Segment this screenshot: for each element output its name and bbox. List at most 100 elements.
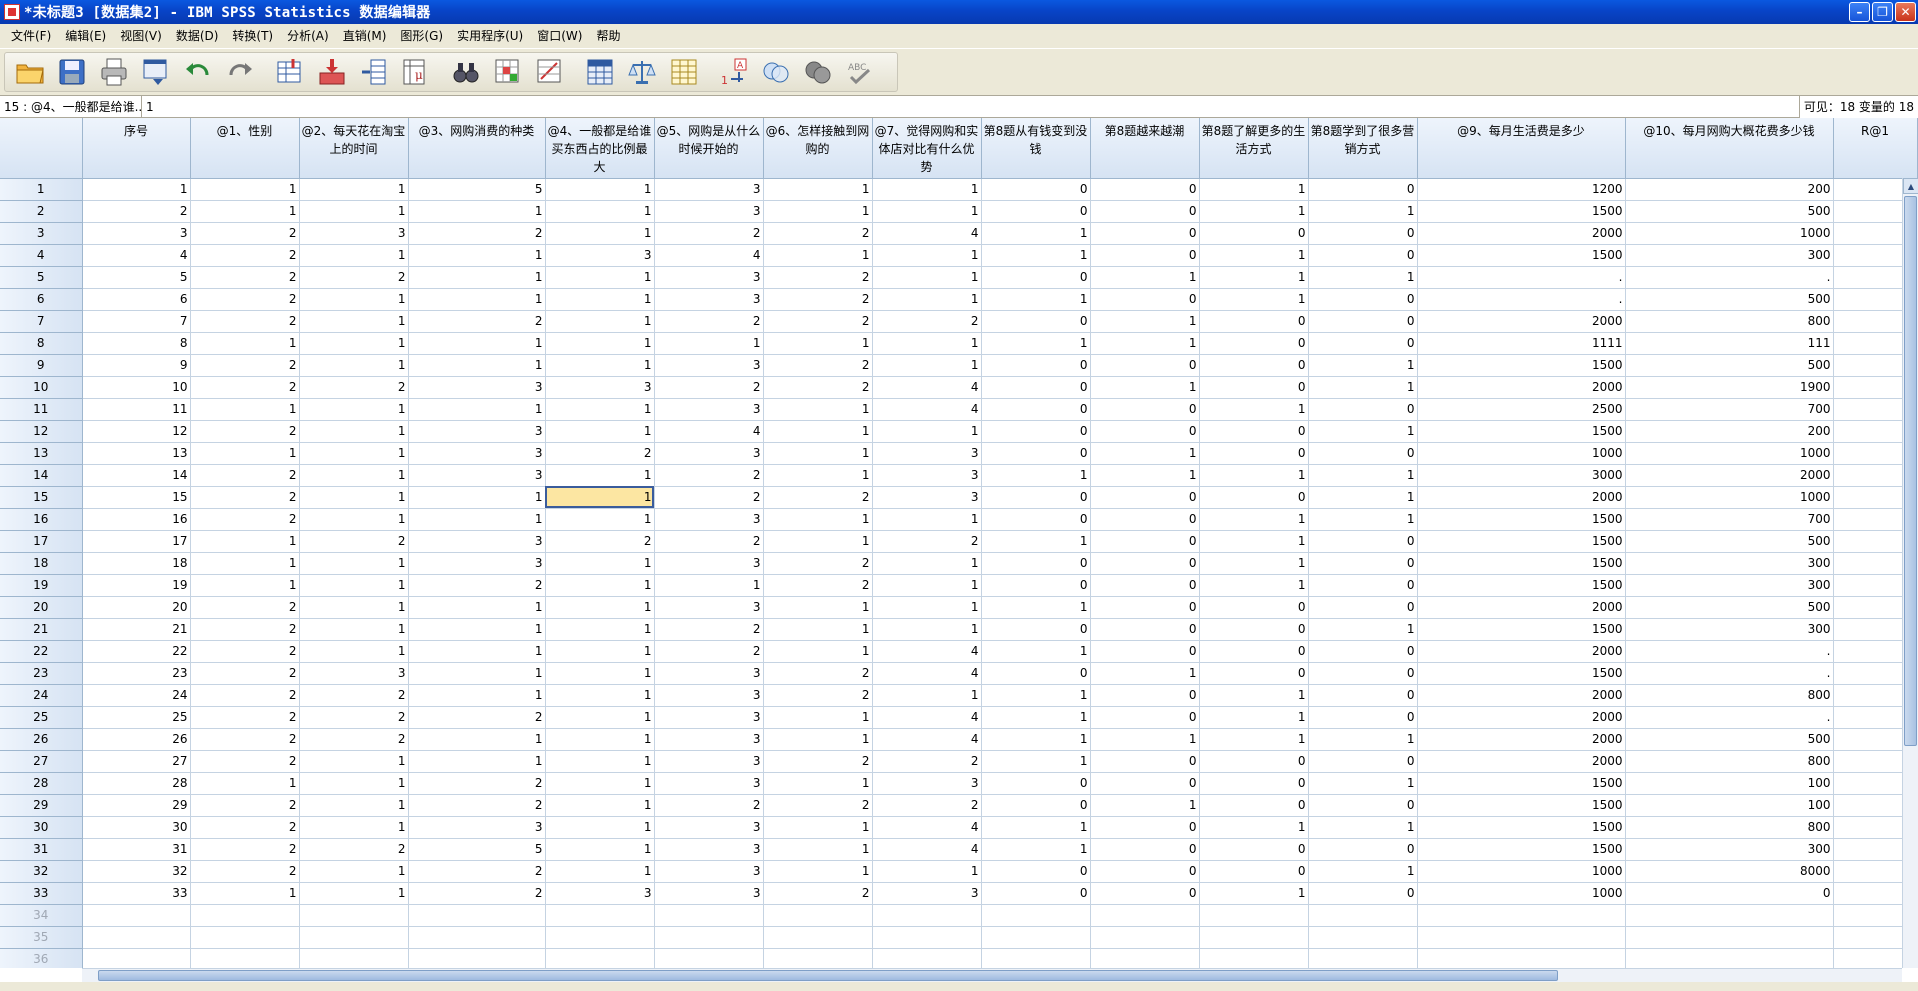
data-cell[interactable]: 3 <box>408 464 546 487</box>
data-cell[interactable]: 1 <box>1308 728 1418 751</box>
data-cell[interactable]: 31 <box>82 838 191 861</box>
data-cell[interactable]: 1200 <box>1417 178 1626 201</box>
data-cell[interactable]: 3 <box>654 706 764 729</box>
data-cell[interactable]: 0 <box>1308 552 1418 575</box>
data-cell[interactable]: 1000 <box>1417 860 1626 883</box>
data-cell[interactable]: 13 <box>82 442 191 465</box>
data-cell[interactable]: 0 <box>1090 288 1200 311</box>
data-cell[interactable] <box>82 926 191 949</box>
data-cell[interactable]: 1 <box>763 706 873 729</box>
data-cell[interactable]: 1 <box>408 266 546 289</box>
data-cell[interactable]: 2000 <box>1417 376 1626 399</box>
row-header[interactable]: 22 <box>0 640 83 663</box>
data-cell[interactable]: 2 <box>190 464 300 487</box>
data-cell[interactable]: 1 <box>981 288 1091 311</box>
data-cell[interactable]: 0 <box>1199 750 1309 773</box>
data-cell[interactable]: 8 <box>82 332 191 355</box>
data-cell[interactable]: 3 <box>654 684 764 707</box>
data-cell[interactable]: 2 <box>408 574 546 597</box>
data-cell[interactable] <box>1308 904 1418 927</box>
data-cell[interactable]: 2 <box>545 442 655 465</box>
data-cell[interactable]: 8000 <box>1625 860 1834 883</box>
row-header[interactable]: 18 <box>0 552 83 575</box>
data-cell[interactable]: 100 <box>1625 794 1834 817</box>
data-cell[interactable]: 3 <box>82 222 191 245</box>
data-cell[interactable]: 1500 <box>1417 574 1626 597</box>
data-cell[interactable]: 1 <box>408 662 546 685</box>
grid-corner[interactable] <box>0 118 83 179</box>
data-cell[interactable] <box>1090 904 1200 927</box>
redo-icon[interactable] <box>223 55 257 89</box>
data-cell[interactable]: 1 <box>190 552 300 575</box>
row-header[interactable]: 17 <box>0 530 83 553</box>
row-header[interactable]: 34 <box>0 904 83 927</box>
data-cell[interactable]: 2 <box>408 794 546 817</box>
data-cell[interactable]: 1 <box>545 662 655 685</box>
data-cell[interactable] <box>654 904 764 927</box>
data-cell[interactable]: 1 <box>981 706 1091 729</box>
data-cell[interactable]: 1 <box>872 244 982 267</box>
data-cell[interactable]: 1 <box>299 398 409 421</box>
data-cell[interactable]: 0 <box>1308 882 1418 905</box>
find-icon[interactable] <box>449 55 483 89</box>
print-icon[interactable] <box>97 55 131 89</box>
data-cell[interactable]: 1 <box>408 244 546 267</box>
data-cell[interactable]: 0 <box>1308 838 1418 861</box>
run-descriptives-icon[interactable]: μ <box>399 55 433 89</box>
vertical-scroll-thumb[interactable] <box>1904 196 1917 746</box>
menu-data[interactable]: 数据(D) <box>169 25 226 47</box>
menu-graphs[interactable]: 图形(G) <box>393 25 450 47</box>
data-cell[interactable]: 2 <box>872 794 982 817</box>
data-cell[interactable]: 3 <box>654 266 764 289</box>
open-folder-icon[interactable] <box>13 55 47 89</box>
variables-icon[interactable] <box>357 55 391 89</box>
data-cell[interactable]: 1 <box>299 794 409 817</box>
goto-case-icon[interactable] <box>273 55 307 89</box>
data-cell[interactable]: 2 <box>408 772 546 795</box>
data-cell[interactable]: 2 <box>654 486 764 509</box>
row-header[interactable]: 12 <box>0 420 83 443</box>
spss-app-icon[interactable] <box>4 4 20 20</box>
data-cell[interactable]: 0 <box>981 266 1091 289</box>
data-cell[interactable]: 2 <box>190 816 300 839</box>
data-cell[interactable] <box>981 904 1091 927</box>
data-cell[interactable]: 1000 <box>1417 442 1626 465</box>
data-cell[interactable]: . <box>1417 266 1626 289</box>
data-cell[interactable]: 2 <box>190 376 300 399</box>
data-cell[interactable]: 2 <box>190 728 300 751</box>
data-cell[interactable]: 0 <box>981 618 1091 641</box>
data-cell[interactable]: 1 <box>763 464 873 487</box>
data-cell[interactable]: 700 <box>1625 508 1834 531</box>
data-cell[interactable]: 3 <box>545 376 655 399</box>
data-cell[interactable]: 1 <box>763 838 873 861</box>
data-cell[interactable]: 0 <box>1090 486 1200 509</box>
data-cell[interactable]: 1 <box>1090 442 1200 465</box>
data-cell[interactable]: 0 <box>1090 816 1200 839</box>
data-cell[interactable]: 29 <box>82 794 191 817</box>
data-cell[interactable]: 5 <box>82 266 191 289</box>
data-cell[interactable]: 1 <box>1199 728 1309 751</box>
data-cell[interactable]: 2 <box>190 794 300 817</box>
data-cell[interactable]: 2 <box>408 222 546 245</box>
data-cell[interactable]: 2 <box>763 882 873 905</box>
data-cell[interactable]: 1 <box>1308 200 1418 223</box>
data-cell[interactable]: 1 <box>1308 354 1418 377</box>
data-cell[interactable]: 30 <box>82 816 191 839</box>
data-cell[interactable] <box>545 948 655 968</box>
data-cell[interactable]: 2 <box>872 310 982 333</box>
data-cell[interactable]: 1 <box>763 332 873 355</box>
data-cell[interactable]: . <box>1625 266 1834 289</box>
data-cell[interactable]: 3 <box>654 728 764 751</box>
column-header[interactable]: @10、每月网购大概花费多少钱 <box>1625 118 1834 179</box>
data-cell[interactable]: 1 <box>190 574 300 597</box>
data-cell[interactable]: 1 <box>299 552 409 575</box>
data-cell[interactable]: 3 <box>299 662 409 685</box>
data-cell[interactable]: 2 <box>654 640 764 663</box>
menu-edit[interactable]: 编辑(E) <box>58 25 113 47</box>
data-cell[interactable]: 500 <box>1625 200 1834 223</box>
data-cell[interactable]: 0 <box>1090 420 1200 443</box>
column-header[interactable]: @5、网购是从什么时候开始的 <box>654 118 764 179</box>
data-cell[interactable]: 300 <box>1625 574 1834 597</box>
row-header[interactable]: 31 <box>0 838 83 861</box>
data-cell[interactable]: 1 <box>763 398 873 421</box>
